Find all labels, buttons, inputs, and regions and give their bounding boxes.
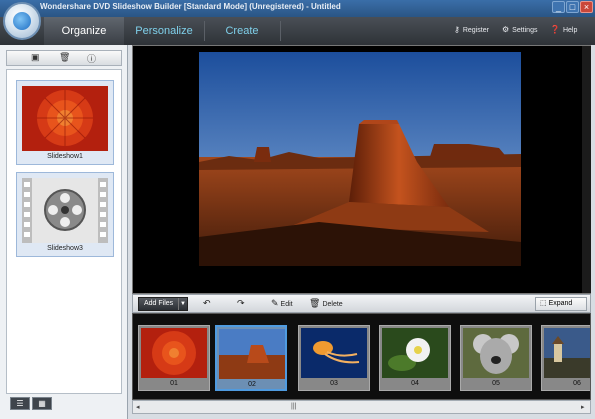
frame-number: 04 — [411, 380, 419, 387]
scroll-right-icon[interactable]: ▸ — [581, 403, 585, 411]
trash-icon: 🗑 — [309, 298, 321, 308]
filmstrip-frame[interactable]: 06 — [541, 325, 590, 391]
new-slideshow-icon[interactable]: ▣ — [31, 52, 40, 63]
filmstrip: 01 02 03 04 05 06 — [132, 313, 591, 400]
gear-icon: ⚙ — [502, 25, 510, 34]
help-label: Help — [562, 27, 578, 34]
slideshow-thumbnail — [22, 86, 108, 151]
register-link[interactable]: ⚷ Register — [454, 25, 489, 34]
expand-label: Expand — [548, 300, 573, 307]
window-title: Wondershare DVD Slideshow Builder [Stand… — [40, 2, 341, 11]
pencil-icon: ✎ — [271, 298, 279, 308]
slideshow-caption: Slideshow1 — [47, 153, 83, 160]
expand-icon: ⬚ — [540, 300, 549, 307]
filmstrip-scrollbar[interactable]: ◂ ||| ▸ — [132, 400, 591, 414]
frame-thumbnail — [544, 328, 590, 378]
help-icon: ❓ — [550, 25, 560, 34]
frame-thumbnail — [141, 328, 207, 378]
preview-area — [132, 45, 591, 294]
frame-number: 03 — [330, 380, 338, 387]
tab-organize[interactable]: Organize — [44, 17, 124, 45]
close-button[interactable]: × — [580, 1, 593, 13]
rotate-right-icon[interactable]: ↷ — [237, 298, 247, 309]
slideshow-item[interactable]: Slideshow1 — [16, 80, 114, 165]
add-files-label: Add Files — [144, 300, 174, 307]
thumbnail-view-icon[interactable]: ▦ — [32, 397, 52, 410]
help-link[interactable]: ❓ Help — [550, 25, 577, 34]
view-switch: ☰ ▦ — [6, 397, 122, 411]
slideshow-list: Slideshow1 Slideshow3 — [6, 69, 122, 394]
settings-link[interactable]: ⚙ Settings — [502, 25, 537, 34]
expand-button[interactable]: ⬚ Expand — [535, 297, 587, 311]
tab-bar: Organize Personalize Create ⚷ Register ⚙ S… — [0, 17, 595, 45]
filmstrip-frame[interactable]: 01 — [138, 325, 210, 391]
edit-button[interactable]: ✎ Edit — [271, 298, 293, 309]
info-icon[interactable]: ⓘ — [87, 52, 96, 65]
frame-thumbnail — [219, 329, 285, 379]
frame-number: 06 — [573, 380, 581, 387]
filmstrip-frame[interactable]: 03 — [298, 325, 370, 391]
frame-thumbnail — [301, 328, 367, 378]
tab-create[interactable]: Create — [204, 17, 280, 45]
settings-label: Settings — [512, 27, 538, 34]
tab-personalize[interactable]: Personalize — [124, 17, 204, 45]
media-toolbar: Add Files ▼ ↶ ↷ ✎ Edit 🗑 Delete ⬚ Expand — [132, 294, 591, 313]
rotate-left-icon[interactable]: ↶ — [203, 298, 213, 309]
filmstrip-frame[interactable]: 04 — [379, 325, 451, 391]
list-view-icon[interactable]: ☰ — [10, 397, 30, 410]
trash-icon[interactable]: 🗑 — [59, 52, 70, 63]
frame-number: 05 — [492, 380, 500, 387]
minimize-button[interactable]: _ — [552, 1, 565, 13]
app-logo — [3, 2, 41, 40]
edit-label: Edit — [280, 301, 293, 308]
frame-number: 01 — [170, 380, 178, 387]
tab-separator — [280, 21, 281, 41]
chevron-down-icon[interactable]: ▼ — [178, 298, 187, 310]
key-icon: ⚷ — [454, 25, 460, 34]
filmstrip-frame-selected[interactable]: 02 — [215, 325, 287, 391]
slideshow-panel: ▣ 🗑 ⓘ Slideshow1 Slideshow3 ☰ ▦ — [0, 45, 128, 419]
preview-image — [199, 52, 521, 266]
maximize-button[interactable]: □ — [566, 1, 579, 13]
frame-thumbnail — [463, 328, 529, 378]
frame-thumbnail — [382, 328, 448, 378]
slideshow-item[interactable]: Slideshow3 — [16, 172, 114, 257]
add-files-button[interactable]: Add Files ▼ — [138, 297, 188, 311]
scroll-grip[interactable]: ||| — [291, 403, 296, 410]
slideshow-caption: Slideshow3 — [47, 245, 83, 252]
title-bar: Wondershare DVD Slideshow Builder [Stand… — [0, 0, 595, 17]
delete-label: Delete — [322, 301, 343, 308]
delete-button[interactable]: 🗑 Delete — [309, 298, 343, 309]
slideshow-toolbar: ▣ 🗑 ⓘ — [6, 50, 122, 66]
scroll-left-icon[interactable]: ◂ — [136, 403, 140, 411]
register-label: Register — [462, 27, 489, 34]
slideshow-thumbnail — [22, 178, 108, 243]
filmstrip-frame[interactable]: 05 — [460, 325, 532, 391]
frame-number: 02 — [248, 381, 256, 388]
preview-scrollbar[interactable] — [582, 46, 591, 293]
